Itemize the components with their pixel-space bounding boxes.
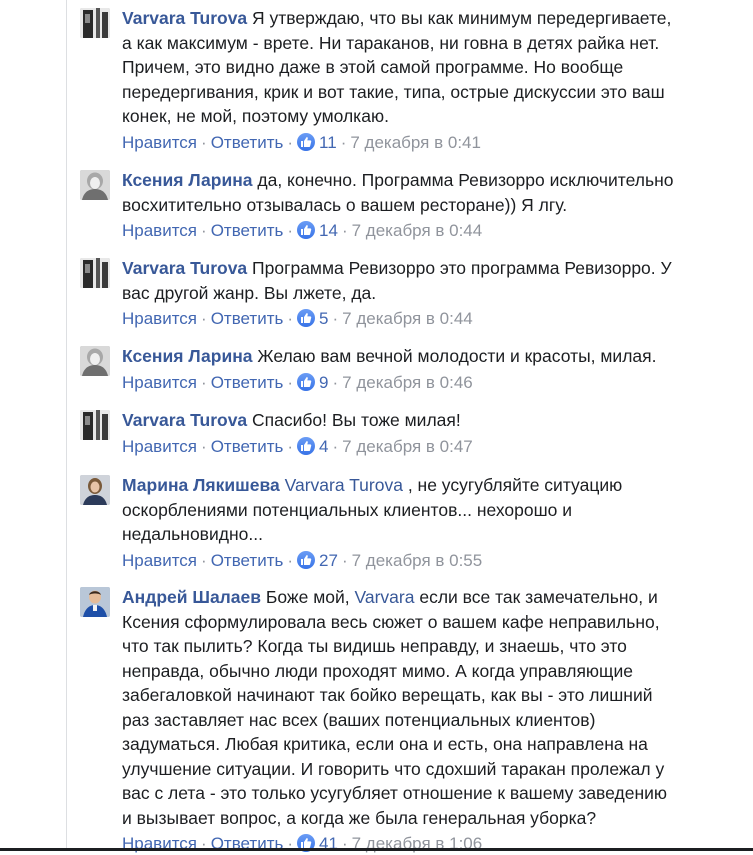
- like-count[interactable]: 5: [319, 309, 328, 328]
- comment-item: Ксения Ларина да, конечно. Программа Рев…: [80, 168, 680, 242]
- comment-item: Varvara Turova Программа Ревизорро это п…: [80, 256, 680, 330]
- comment-actions: Нравится · Ответить · 41 · 7 декабря в 1:06: [122, 833, 680, 855]
- reply-button[interactable]: Ответить: [211, 309, 284, 328]
- separator: ·: [341, 221, 348, 240]
- comment-item: Андрей Шалаев Боже мой, Varvara если все…: [80, 585, 680, 855]
- reply-button[interactable]: Ответить: [211, 551, 284, 570]
- comment-text: Varvara Turova Спасибо! Вы тоже милая!: [122, 408, 680, 433]
- separator: ·: [201, 436, 207, 456]
- like-icon[interactable]: [297, 436, 316, 455]
- like-count[interactable]: 14: [319, 221, 338, 240]
- separator: ·: [201, 550, 207, 570]
- separator: ·: [201, 132, 207, 152]
- reply-button[interactable]: Ответить: [211, 437, 284, 456]
- comment-text: Varvara Turova Я утверждаю, что вы как м…: [122, 6, 680, 129]
- like-icon[interactable]: [297, 550, 316, 569]
- comment-timestamp[interactable]: 7 декабря в 0:44: [342, 309, 473, 328]
- mention-link[interactable]: Varvara Turova: [285, 475, 403, 495]
- comment-text: Ксения Ларина Желаю вам вечной молодости…: [122, 344, 680, 369]
- comment-item: Марина Лякишева Varvara Turova , не усуг…: [80, 473, 680, 572]
- separator: ·: [201, 221, 207, 240]
- like-icon[interactable]: [297, 309, 316, 327]
- comment-text: Андрей Шалаев Боже мой, Varvara если все…: [122, 585, 680, 830]
- like-count[interactable]: 27: [319, 551, 338, 570]
- comment-author[interactable]: Varvara Turova: [122, 258, 247, 278]
- comment-actions: Нравится · Ответить · 27 · 7 декабря в 0:55: [122, 550, 680, 572]
- dark-door-avatar-icon[interactable]: [80, 410, 110, 440]
- comment-author[interactable]: Ксения Ларина: [122, 346, 253, 366]
- comment-message-intro: Боже мой,: [261, 587, 355, 607]
- comment-author[interactable]: Varvara Turova: [122, 410, 247, 430]
- comment-actions: Нравится · Ответить · 11 · 7 декабря в 0:41: [122, 132, 680, 154]
- gray-portrait-avatar-icon[interactable]: [80, 346, 110, 376]
- comment-timestamp[interactable]: 7 декабря в 0:47: [342, 437, 473, 456]
- like-button[interactable]: Нравится: [122, 221, 197, 240]
- like-button[interactable]: Нравится: [122, 309, 197, 328]
- separator: ·: [287, 221, 294, 240]
- separator: ·: [201, 372, 207, 392]
- comment-author[interactable]: Ксения Ларина: [122, 170, 253, 190]
- like-count[interactable]: 9: [319, 373, 328, 392]
- like-button[interactable]: Нравится: [122, 437, 197, 456]
- comment-item: Ксения Ларина Желаю вам вечной молодости…: [80, 344, 680, 394]
- separator: ·: [341, 550, 348, 570]
- separator: ·: [332, 436, 339, 456]
- comment-timestamp[interactable]: 7 декабря в 0:44: [352, 221, 483, 240]
- comment-text: Марина Лякишева Varvara Turova , не усуг…: [122, 473, 680, 547]
- comment-message: Желаю вам вечной молодости и красоты, ми…: [252, 346, 657, 366]
- reply-button[interactable]: Ответить: [211, 221, 284, 240]
- separator: ·: [332, 309, 339, 328]
- separator: ·: [287, 436, 294, 456]
- comment-thread: Varvara Turova Я утверждаю, что вы как м…: [0, 0, 753, 853]
- dark-door-avatar-icon[interactable]: [80, 8, 110, 38]
- like-count[interactable]: 4: [319, 437, 328, 456]
- comment-author[interactable]: Varvara Turova: [122, 8, 247, 28]
- mention-link[interactable]: Varvara: [354, 587, 414, 607]
- like-icon[interactable]: [297, 221, 316, 239]
- comment-timestamp[interactable]: 7 декабря в 0:55: [352, 551, 483, 570]
- comment-item: Varvara Turova Спасибо! Вы тоже милая! Н…: [80, 408, 680, 458]
- comment-author[interactable]: Марина Лякишева: [122, 475, 280, 495]
- comment-text: Ксения Ларина да, конечно. Программа Рев…: [122, 168, 680, 217]
- comment-item: Varvara Turova Я утверждаю, что вы как м…: [80, 6, 680, 154]
- comment-author[interactable]: Андрей Шалаев: [122, 587, 261, 607]
- separator: ·: [287, 372, 294, 392]
- woman-portrait-avatar-icon[interactable]: [80, 475, 110, 505]
- gray-portrait-avatar-icon[interactable]: [80, 170, 110, 200]
- like-button[interactable]: Нравится: [122, 373, 197, 392]
- comment-timestamp[interactable]: 7 декабря в 0:41: [350, 133, 481, 152]
- separator: ·: [287, 132, 294, 152]
- like-count[interactable]: 11: [319, 133, 337, 152]
- comment-actions: Нравится · Ответить · 4 · 7 декабря в 0:47: [122, 436, 680, 458]
- separator: ·: [287, 309, 294, 328]
- like-icon[interactable]: [297, 372, 316, 391]
- like-button[interactable]: Нравится: [122, 133, 197, 152]
- comment-actions: Нравится · Ответить · 9 · 7 декабря в 0:46: [122, 372, 680, 394]
- separator: ·: [201, 309, 207, 328]
- comment-actions: Нравится · Ответить · 5 · 7 декабря в 0:44: [122, 308, 680, 330]
- dark-door-avatar-icon[interactable]: [80, 258, 110, 288]
- reply-button[interactable]: Ответить: [211, 373, 284, 392]
- reply-button[interactable]: Ответить: [211, 133, 284, 152]
- comment-actions: Нравится · Ответить · 14 · 7 декабря в 0:44: [122, 220, 680, 242]
- separator: ·: [340, 132, 347, 152]
- comment-timestamp[interactable]: 7 декабря в 0:46: [342, 373, 473, 392]
- like-button[interactable]: Нравится: [122, 551, 197, 570]
- separator: ·: [287, 550, 294, 570]
- separator: ·: [332, 372, 339, 392]
- like-icon[interactable]: [297, 132, 316, 151]
- comment-message: если все так замечательно, и Ксения сфор…: [122, 587, 668, 828]
- comment-text: Varvara Turova Программа Ревизорро это п…: [122, 256, 680, 305]
- man-portrait-avatar-icon[interactable]: [80, 587, 110, 617]
- comment-message: Спасибо! Вы тоже милая!: [247, 410, 461, 430]
